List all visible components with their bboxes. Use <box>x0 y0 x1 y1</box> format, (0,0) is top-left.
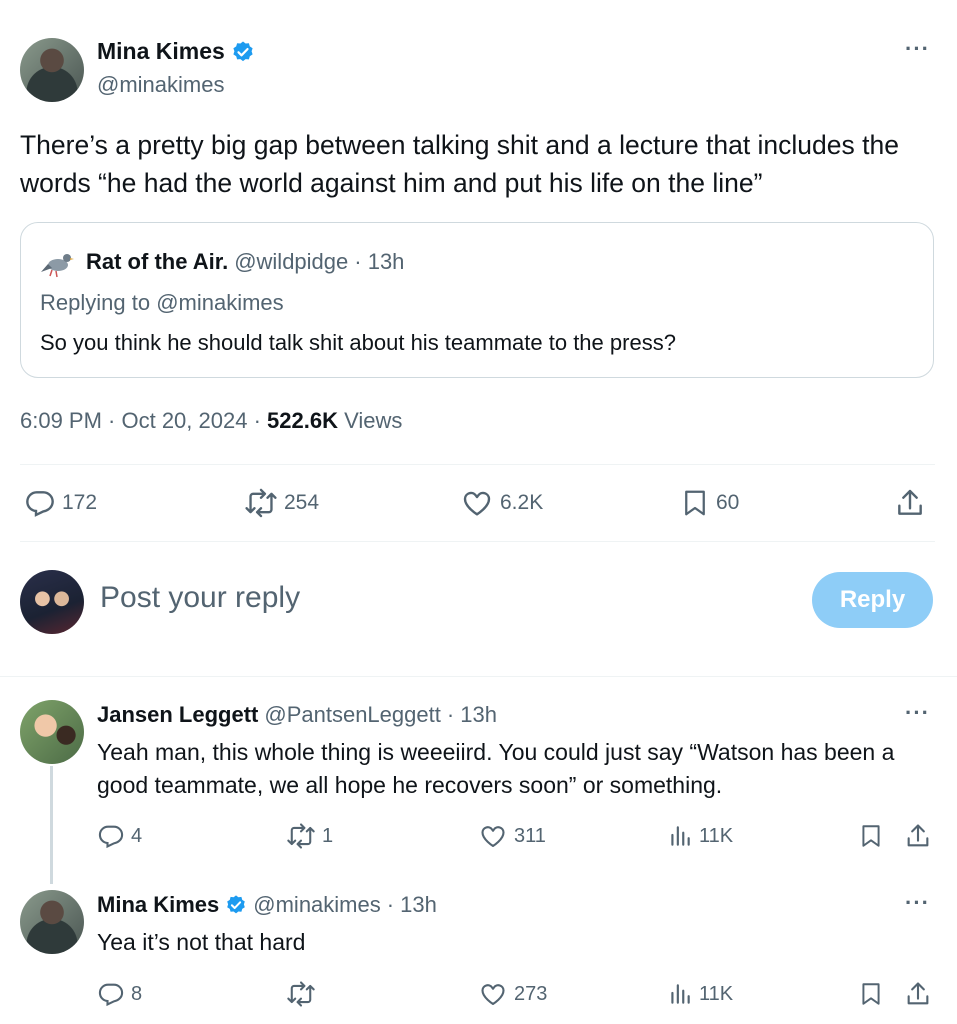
quoted-author-name[interactable]: Rat of the Air. <box>86 249 228 275</box>
replying-to-prefix: Replying to <box>40 290 157 315</box>
reply-author-handle[interactable]: @PantsenLeggett <box>264 702 440 728</box>
reply-icon <box>97 822 125 850</box>
reply-count: 8 <box>131 982 143 1005</box>
quoted-author-handle[interactable]: @wildpidge <box>234 249 348 275</box>
reply-count: 4 <box>131 824 143 847</box>
views-icon <box>667 822 693 850</box>
repost-action[interactable]: 1 <box>286 822 333 850</box>
views-icon <box>667 980 693 1008</box>
repost-action[interactable] <box>286 980 322 1008</box>
reply-header: Jansen Leggett @PantsenLeggett · 13h <box>97 702 497 728</box>
views-action[interactable]: 11K <box>667 980 733 1008</box>
views-count: 11K <box>699 824 734 847</box>
author-name-row: Mina Kimes <box>97 38 255 65</box>
bookmark-icon <box>680 487 710 519</box>
like-action[interactable]: 273 <box>478 980 547 1008</box>
reply-avatar[interactable] <box>20 890 84 954</box>
views-count: 522.6K <box>267 408 338 433</box>
views-count: 11K <box>699 982 734 1005</box>
repost-icon <box>244 487 278 519</box>
reply-author-name[interactable]: Mina Kimes <box>97 892 219 918</box>
thread-connector <box>50 766 53 884</box>
bookmark-action[interactable] <box>858 980 884 1008</box>
like-icon <box>478 980 508 1008</box>
reply-age[interactable]: · 13h <box>447 702 497 728</box>
reply-header: Mina Kimes @minakimes · 13h <box>97 892 437 918</box>
like-count: 273 <box>514 982 548 1005</box>
views-label: Views <box>337 408 403 433</box>
bookmark-action[interactable]: 60 <box>680 487 739 519</box>
views-action[interactable]: 11K <box>667 822 733 850</box>
reply-icon <box>97 980 125 1008</box>
like-action[interactable]: 311 <box>478 822 546 850</box>
reply-action[interactable]: 172 <box>24 487 97 519</box>
quoted-age: · 13h <box>354 249 405 274</box>
reply-count: 172 <box>62 491 98 514</box>
like-action[interactable]: 6.2K <box>460 487 543 519</box>
share-action[interactable] <box>904 980 932 1008</box>
repost-icon <box>286 822 316 850</box>
reply-text: Yeah man, this whole thing is weeeiird. … <box>97 739 895 798</box>
share-action[interactable] <box>904 822 932 850</box>
like-icon <box>460 487 494 519</box>
bookmark-icon <box>858 980 884 1008</box>
repost-count: 1 <box>322 824 334 847</box>
reply-button[interactable]: Reply <box>812 572 933 628</box>
reply-icon <box>24 487 56 519</box>
author-handle[interactable]: @minakimes <box>97 72 224 98</box>
bookmark-icon <box>858 822 884 850</box>
divider-bottom <box>20 541 935 542</box>
reply-input[interactable]: Post your reply <box>100 581 300 615</box>
repost-action[interactable]: 254 <box>244 487 319 519</box>
bookmark-action[interactable] <box>858 822 884 850</box>
share-icon <box>904 822 932 850</box>
replying-to-handle[interactable]: @minakimes <box>156 290 283 315</box>
share-icon <box>894 487 926 519</box>
tweet-text: There’s a pretty big gap between talking… <box>20 130 899 198</box>
divider-top <box>20 464 935 465</box>
verified-badge-icon <box>231 40 255 64</box>
author-name[interactable]: Mina Kimes <box>97 38 225 65</box>
reply-action[interactable]: 8 <box>97 980 142 1008</box>
reply-author-name[interactable]: Jansen Leggett <box>97 702 258 728</box>
repost-icon <box>286 980 316 1008</box>
more-icon[interactable]: ··· <box>905 700 930 726</box>
reply-age[interactable]: · 13h <box>387 892 437 918</box>
more-icon[interactable]: ··· <box>905 890 930 916</box>
like-count: 311 <box>514 824 546 847</box>
share-icon <box>904 980 932 1008</box>
tweet-time[interactable]: 6:09 PM · Oct 20, 2024 · <box>20 408 267 433</box>
like-icon <box>478 822 508 850</box>
author-avatar[interactable] <box>20 38 84 102</box>
bookmark-count: 60 <box>716 491 740 514</box>
quoted-replying-to: Replying to @minakimes <box>40 290 284 316</box>
current-user-avatar[interactable] <box>20 570 84 634</box>
reply-text: Yea it’s not that hard <box>97 929 306 955</box>
quoted-header: Rat of the Air. @wildpidge · 13h <box>86 249 404 275</box>
share-action[interactable] <box>894 487 926 519</box>
tweet-meta: 6:09 PM · Oct 20, 2024 · 522.6K Views <box>20 408 402 434</box>
reply-author-handle[interactable]: @minakimes <box>253 892 380 918</box>
quoted-text: So you think he should talk shit about h… <box>40 330 676 355</box>
like-count: 6.2K <box>500 491 544 514</box>
reply-avatar[interactable] <box>20 700 84 764</box>
verified-badge-icon <box>225 894 247 916</box>
more-icon[interactable]: ··· <box>905 36 930 62</box>
pigeon-icon <box>40 246 76 278</box>
divider-composer <box>0 676 957 677</box>
reply-action[interactable]: 4 <box>97 822 142 850</box>
repost-count: 254 <box>284 491 320 514</box>
